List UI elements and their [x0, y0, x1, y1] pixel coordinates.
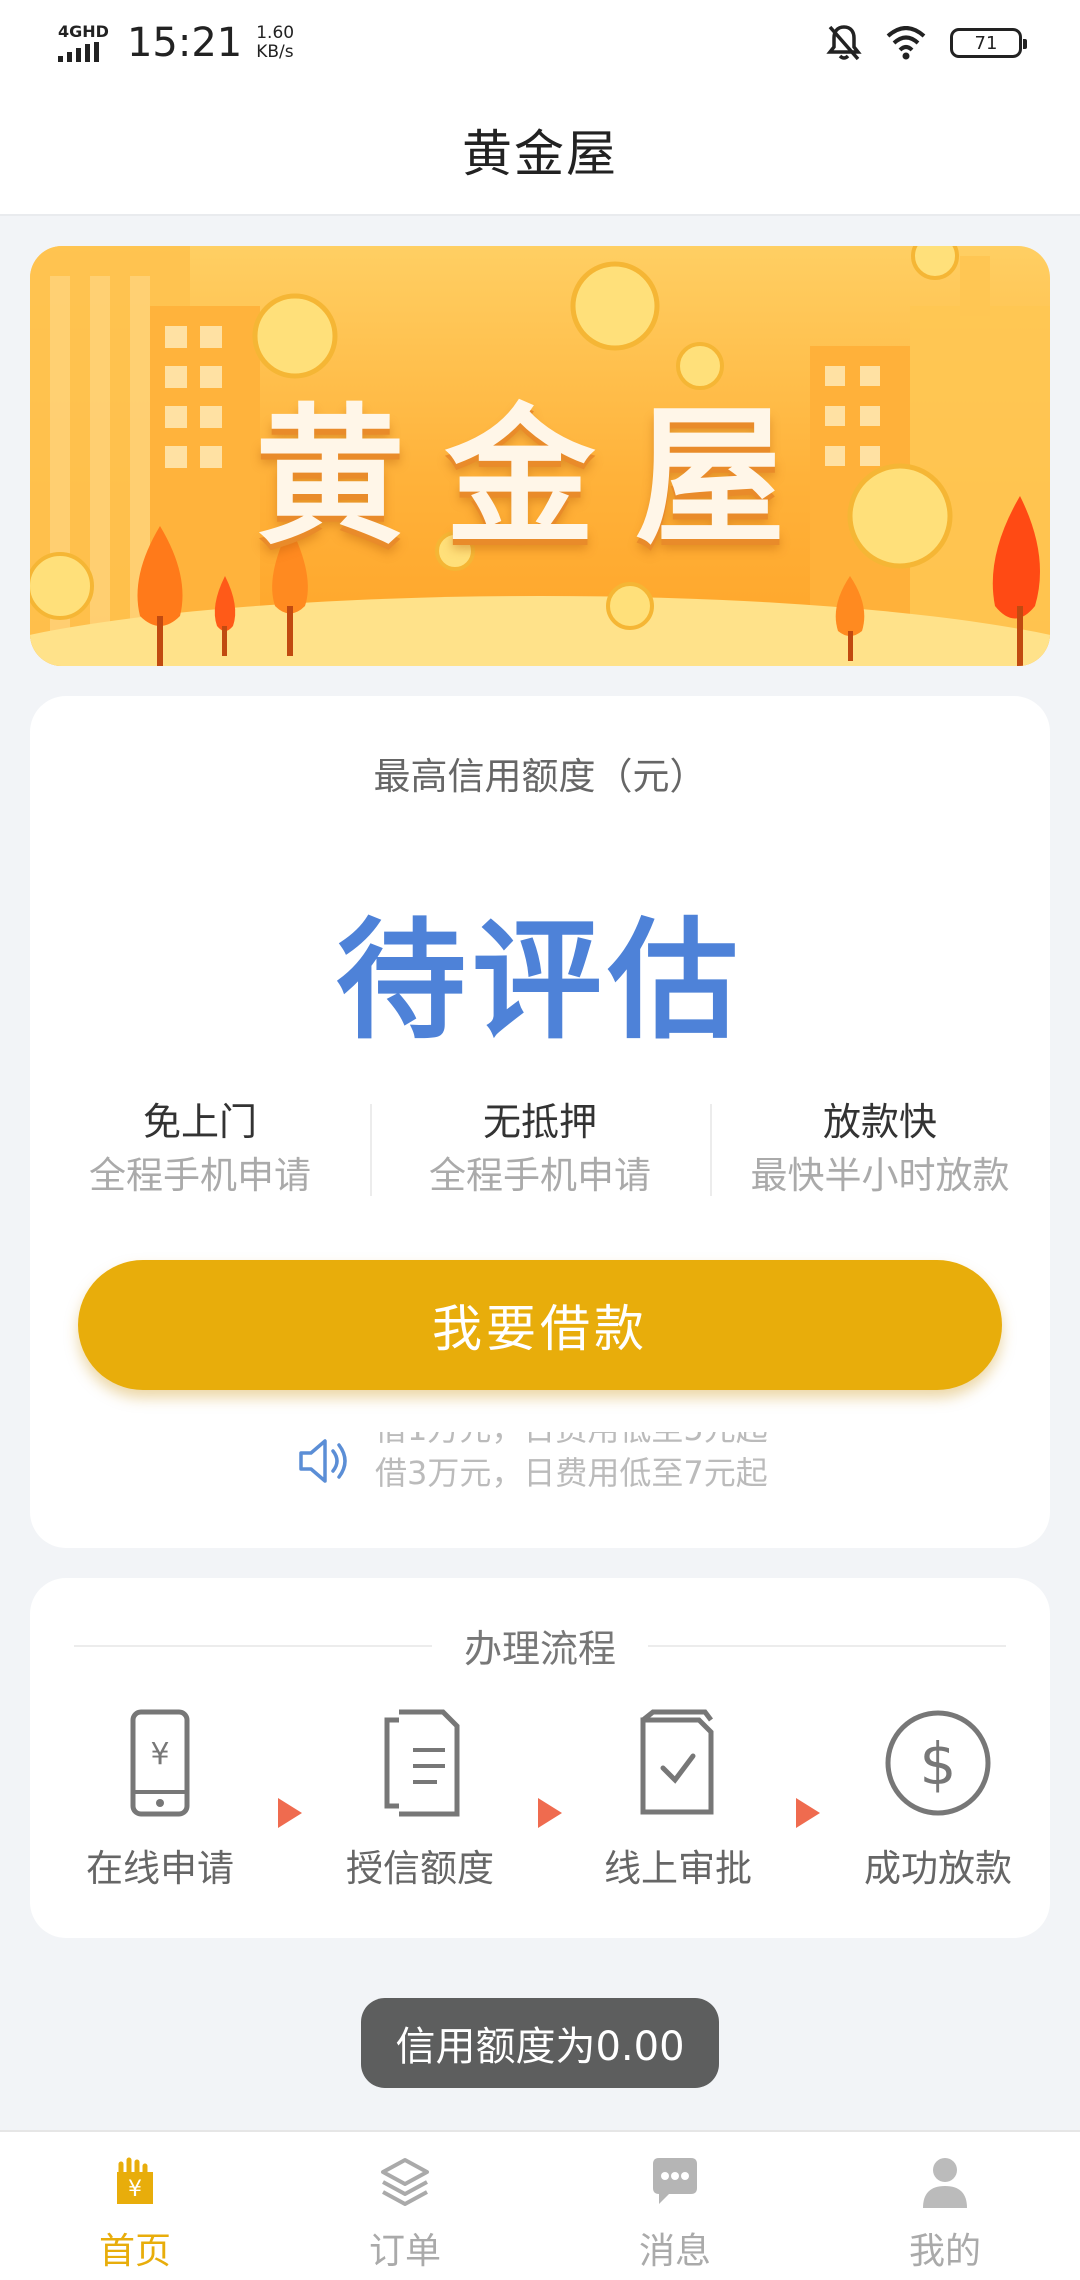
notice-text: 借3万元，日费用低至7元起	[375, 1454, 768, 1490]
arrow-icon	[278, 1798, 302, 1828]
speaker-icon	[299, 1439, 347, 1483]
notice-text: 借1万元，日费用低至5元起	[375, 1432, 768, 1450]
battery-level: 71	[974, 32, 998, 54]
step-label: 线上审批	[604, 1847, 752, 1890]
svg-text:$: $	[920, 1730, 957, 1798]
nav-item-home[interactable]: ¥ 首页	[0, 2132, 270, 2280]
feature-subtitle: 全程手机申请	[429, 1154, 651, 1197]
feature-subtitle: 全程手机申请	[89, 1154, 311, 1197]
process-step: $ 成功放款	[838, 1708, 1038, 1892]
speed-value: 1.60	[256, 23, 295, 43]
nav-label: 我的	[908, 2231, 981, 2272]
feature-subtitle: 最快半小时放款	[750, 1154, 1010, 1197]
home-coin-icon: ¥	[117, 2157, 153, 2204]
layers-icon	[381, 2158, 429, 2206]
feature-title: 免上门	[142, 1100, 257, 1144]
divider	[648, 1644, 1007, 1647]
process-step: ¥ 在线申请	[60, 1708, 260, 1892]
nav-label: 首页	[98, 2231, 171, 2272]
borrow-button[interactable]: 我要借款	[78, 1260, 1002, 1390]
svg-text:¥: ¥	[128, 2177, 142, 2202]
dollar-circle-icon: $	[885, 1710, 991, 1816]
notice-scroll: 借1万元，日费用低至5元起 借3万元，日费用低至7元起	[375, 1432, 855, 1490]
signal-indicator: 4GHD	[58, 24, 109, 62]
toast-message: 信用额度为0.00	[361, 1998, 719, 2088]
process-card: 办理流程 ¥ 在线申请 授信额度 线上审批 $ 成功放款	[30, 1578, 1050, 1938]
status-bar: 4GHD 15:21 1.60 KB/s 71	[0, 0, 1080, 86]
title-bar: 黄金屋	[0, 86, 1080, 216]
feature-item: 放款快 最快半小时放款	[710, 1096, 1050, 1204]
battery-icon: 71	[950, 28, 1027, 58]
process-header: 办理流程	[74, 1618, 1007, 1673]
nav-item-orders[interactable]: 订单	[270, 2132, 540, 2280]
arrow-icon	[538, 1798, 562, 1828]
nav-item-messages[interactable]: 消息	[540, 2132, 810, 2280]
nav-label: 消息	[638, 2231, 711, 2272]
promo-banner[interactable]: 黄金屋	[30, 246, 1050, 666]
step-label: 授信额度	[346, 1847, 494, 1890]
credit-limit-label: 最高信用额度（元）	[373, 755, 707, 798]
process-title: 办理流程	[464, 1627, 617, 1671]
feature-title: 无抵押	[482, 1100, 597, 1144]
network-speed: 1.60 KB/s	[256, 24, 294, 62]
feature-list: 免上门 全程手机申请 无抵押 全程手机申请 放款快 最快半小时放款	[30, 1096, 1050, 1204]
step-label: 在线申请	[86, 1847, 234, 1890]
feature-item: 免上门 全程手机申请	[30, 1096, 370, 1204]
status-time: 15:21	[126, 20, 243, 66]
document-icon	[384, 1709, 460, 1817]
nav-item-profile[interactable]: 我的	[810, 2132, 1080, 2280]
banner-title: 黄金屋	[254, 389, 825, 565]
phone-yuan-icon: ¥	[130, 1709, 190, 1817]
approval-check-icon	[640, 1709, 714, 1815]
notice-ticker[interactable]: 借1万元，日费用低至5元起 借3万元，日费用低至7元起	[295, 1432, 855, 1490]
process-steps: ¥ 在线申请 授信额度 线上审批 $ 成功放款	[50, 1708, 1030, 1908]
bottom-nav: ¥ 首页 订单 消息 我的	[0, 2130, 1080, 2280]
process-step: 线上审批	[578, 1708, 778, 1892]
divider	[74, 1644, 432, 1647]
credit-card: 最高信用额度（元） 待评估 免上门 全程手机申请 无抵押 全程手机申请 放款快 …	[30, 696, 1050, 1548]
process-step: 授信额度	[320, 1708, 520, 1892]
speed-unit: KB/s	[256, 42, 294, 62]
network-type: 4GHD	[58, 22, 109, 41]
chat-bubble-icon	[653, 2158, 697, 2204]
signal-bars-icon	[58, 42, 99, 62]
feature-title: 放款快	[822, 1100, 937, 1144]
arrow-icon	[796, 1798, 820, 1828]
svg-text:¥: ¥	[150, 1737, 169, 1772]
nav-label: 订单	[368, 2231, 441, 2272]
credit-limit-value: 待评估	[335, 905, 744, 1057]
wifi-icon	[886, 26, 926, 60]
step-label: 成功放款	[864, 1847, 1012, 1890]
mute-bell-icon	[826, 25, 862, 61]
feature-item: 无抵押 全程手机申请	[370, 1096, 710, 1204]
person-icon	[923, 2158, 967, 2208]
page-title: 黄金屋	[462, 125, 618, 183]
